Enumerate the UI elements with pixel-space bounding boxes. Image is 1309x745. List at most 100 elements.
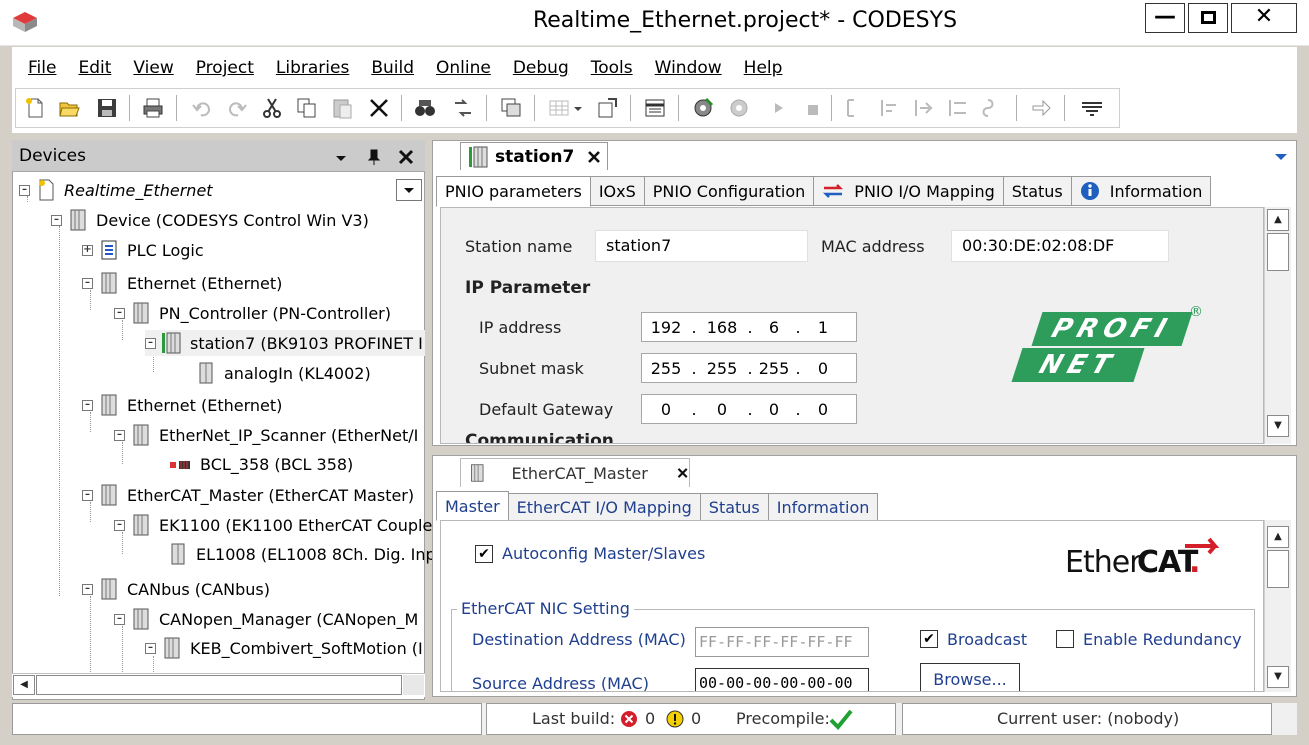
ip-octet[interactable]: 0	[698, 400, 746, 419]
collapse-icon[interactable]: –	[114, 307, 125, 319]
doc-tab-station7[interactable]: station7	[460, 142, 608, 170]
redo-icon[interactable]	[226, 97, 248, 119]
breakpoint-icon[interactable]	[844, 97, 866, 119]
source-address-input[interactable]: 00-00-00-00-00-00	[695, 668, 869, 691]
horizontal-scroll-thumb[interactable]	[36, 675, 402, 695]
collapse-icon[interactable]: –	[145, 337, 156, 349]
tree-item-pn-controller[interactable]: – PN_Controller (PN-Controller)	[114, 300, 391, 326]
ip-octet[interactable]: 0	[802, 400, 844, 419]
vertical-scroll-thumb[interactable]	[1267, 550, 1289, 588]
tab-master[interactable]: Master	[436, 491, 509, 521]
ethercat-vertical-scrollbar[interactable]: ▲ ▼	[1264, 520, 1291, 692]
collapse-icon[interactable]: –	[114, 613, 125, 625]
collapse-icon[interactable]: –	[82, 489, 93, 501]
enable-redundancy-checkbox[interactable]	[1056, 630, 1074, 648]
open-folder-icon[interactable]	[58, 97, 80, 119]
find-icon[interactable]	[414, 97, 436, 119]
ip-octet[interactable]: 255	[754, 359, 794, 378]
ip-octet[interactable]: 255	[698, 359, 746, 378]
tree-item-analogin[interactable]: analogIn (KL4002)	[196, 360, 371, 386]
step-into-icon[interactable]	[912, 97, 934, 119]
ip-octet[interactable]: 168	[698, 318, 746, 337]
start-icon[interactable]	[772, 97, 786, 119]
menu-libraries[interactable]: Libraries	[276, 58, 349, 82]
pin-icon[interactable]	[366, 148, 382, 166]
undo-icon[interactable]	[191, 97, 213, 119]
tree-item-keb-combivert[interactable]: – KEB_Combivert_SoftMotion (I	[145, 635, 423, 661]
stop-icon[interactable]	[806, 97, 820, 119]
table-icon[interactable]	[548, 97, 570, 119]
login-icon[interactable]	[692, 97, 714, 119]
tab-ethercat-information[interactable]: Information	[767, 493, 879, 521]
tree-item-station7[interactable]: – station7 (BK9103 PROFINET I	[145, 330, 425, 356]
ip-octet[interactable]: 6	[754, 318, 794, 337]
tab-pnio-io-mapping[interactable]: PNIO I/O Mapping	[813, 176, 1004, 206]
station7-vertical-scrollbar[interactable]: ▲ ▼	[1264, 207, 1291, 444]
tree-item-device[interactable]: – Device (CODESYS Control Win V3)	[51, 207, 369, 233]
print-icon[interactable]	[142, 97, 164, 119]
horizontal-scroll-track[interactable]	[403, 675, 424, 695]
ip-octet[interactable]: 192	[642, 318, 690, 337]
tree-item-ethercat-master[interactable]: – EtherCAT_Master (EtherCAT Master)	[82, 482, 414, 508]
copy-icon[interactable]	[296, 97, 318, 119]
menu-file[interactable]: File	[28, 58, 56, 82]
collapse-icon[interactable]: –	[82, 277, 93, 289]
dropdown-arrow-icon[interactable]	[572, 97, 584, 119]
logout-icon[interactable]	[728, 97, 750, 119]
ip-octet[interactable]: 0	[754, 400, 794, 419]
menu-help[interactable]: Help	[744, 58, 783, 82]
tree-item-ethernet-1[interactable]: – Ethernet (Ethernet)	[82, 270, 282, 296]
tree-item-ethernet-ip-scanner[interactable]: – EtherNet_IP_Scanner (EtherNet/I	[114, 422, 418, 448]
destination-address-input[interactable]: FF-FF-FF-FF-FF-FF	[695, 627, 869, 657]
menu-view[interactable]: View	[133, 58, 173, 82]
menu-edit[interactable]: Edit	[78, 58, 111, 82]
menu-window[interactable]: Window	[655, 58, 722, 82]
tab-ethercat-io-mapping[interactable]: EtherCAT I/O Mapping	[507, 493, 701, 521]
menu-debug[interactable]: Debug	[513, 58, 569, 82]
ip-octet[interactable]: 0	[642, 400, 690, 419]
delete-icon[interactable]	[368, 97, 390, 119]
tree-item-ek1100[interactable]: – EK1100 (EK1100 EtherCAT Couple	[114, 512, 432, 538]
tree-item-ethernet-2[interactable]: – Ethernet (Ethernet)	[82, 392, 282, 418]
tab-pnio-configuration[interactable]: PNIO Configuration	[643, 176, 815, 206]
scroll-up-button[interactable]: ▲	[1267, 526, 1289, 548]
expand-icon[interactable]: +	[82, 244, 93, 256]
project-dropdown-button[interactable]	[396, 179, 422, 201]
scroll-left-button[interactable]: ◀	[13, 675, 35, 695]
scroll-up-button[interactable]: ▲	[1267, 209, 1289, 231]
toolbar-options-icon[interactable]	[1078, 97, 1106, 119]
collapse-icon[interactable]: –	[82, 583, 93, 595]
panel-close-icon[interactable]	[397, 148, 415, 166]
browse-button[interactable]: Browse...	[920, 663, 1020, 691]
menu-build[interactable]: Build	[371, 58, 414, 82]
tab-pnio-parameters[interactable]: PNIO parameters	[436, 176, 591, 207]
panel-dropdown-icon[interactable]	[333, 150, 349, 166]
tree-item-project[interactable]: – Realtime_Ethernet	[19, 177, 213, 203]
devices-horizontal-scrollbar[interactable]: ◀	[12, 673, 425, 697]
menu-tools[interactable]: Tools	[591, 58, 633, 82]
error-icon[interactable]	[620, 710, 638, 728]
default-gateway-input[interactable]: 0. 0. 0. 0	[641, 394, 857, 424]
close-button[interactable]: ✕	[1231, 3, 1297, 33]
collapse-icon[interactable]: –	[114, 429, 125, 441]
scroll-down-button[interactable]: ▼	[1267, 415, 1289, 437]
ip-octet[interactable]: 255	[642, 359, 690, 378]
tree-item-plc-logic[interactable]: + PLC Logic	[82, 237, 204, 263]
station-name-field[interactable]: station7	[595, 230, 808, 262]
scroll-down-button[interactable]: ▼	[1267, 666, 1289, 688]
export-icon[interactable]	[596, 97, 618, 119]
warning-icon[interactable]	[666, 710, 684, 728]
step-over-icon[interactable]	[878, 97, 900, 119]
save-icon[interactable]	[96, 97, 118, 119]
broadcast-checkbox[interactable]: ✔	[920, 630, 938, 648]
ip-octet[interactable]: 0	[802, 359, 844, 378]
tab-information[interactable]: Information	[1070, 176, 1212, 206]
tree-item-canopen-manager[interactable]: – CANopen_Manager (CANopen_M	[114, 606, 418, 632]
doc-list-dropdown-icon[interactable]	[1273, 150, 1289, 164]
replace-icon[interactable]	[452, 97, 474, 119]
run-to-cursor-icon[interactable]	[980, 97, 1002, 119]
tab-close-icon[interactable]	[676, 465, 689, 481]
ip-octet[interactable]: 1	[802, 318, 844, 337]
vertical-scroll-thumb[interactable]	[1267, 233, 1289, 271]
step-out-icon[interactable]	[946, 97, 968, 119]
